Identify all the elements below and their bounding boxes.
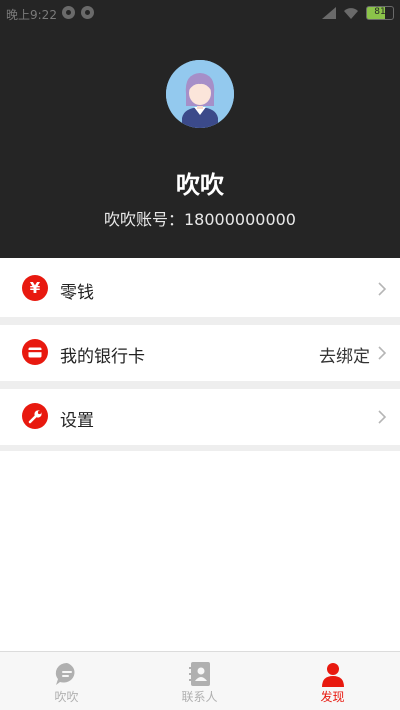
chevron-right-icon: [378, 410, 387, 424]
tab-label: 联系人: [181, 690, 218, 704]
status-bar: 晚上9:22 81: [0, 0, 400, 26]
notification-icon: [62, 6, 75, 19]
status-notification-icons: [62, 6, 94, 19]
tab-contacts[interactable]: 联系人: [133, 652, 266, 710]
person-icon: [322, 663, 344, 687]
menu-item-label: 我的银行卡: [60, 347, 145, 367]
tab-discover[interactable]: 发现: [266, 652, 400, 710]
tab-label: 发现: [320, 690, 345, 704]
menu-item-wallet[interactable]: ¥ 零钱: [0, 261, 400, 317]
chevron-right-icon: [378, 346, 387, 360]
profile-header: 晚上9:22 81 吹吹 吹吹账号：18000000000: [0, 0, 400, 258]
chevron-right-icon: [378, 282, 387, 296]
chat-icon: [55, 662, 75, 685]
profile-name: 吹吹: [176, 171, 224, 199]
tab-label: 吹吹: [54, 690, 79, 704]
wrench-icon: [22, 403, 48, 429]
menu-item-label: 设置: [60, 411, 94, 431]
account-number: 吹吹账号：18000000000: [104, 210, 296, 229]
menu-item-bank-card[interactable]: 我的银行卡 去绑定: [0, 325, 400, 381]
divider: [0, 445, 400, 451]
signal-icon: [322, 7, 336, 19]
bottom-tab-bar: 吹吹 联系人 发现: [0, 651, 400, 710]
avatar[interactable]: [166, 60, 234, 128]
battery-icon: 81: [366, 6, 394, 20]
status-right: 81: [322, 6, 394, 20]
contacts-icon: [189, 662, 210, 686]
notification-icon: [81, 6, 94, 19]
menu-item-label: 零钱: [60, 283, 94, 303]
status-time: 晚上9:22: [6, 8, 57, 22]
tab-chat[interactable]: 吹吹: [0, 652, 133, 710]
card-icon: [22, 339, 48, 365]
wifi-icon: [344, 8, 358, 19]
divider: [0, 317, 400, 325]
yen-icon: ¥: [22, 275, 48, 301]
bind-card-link[interactable]: 去绑定: [319, 342, 370, 367]
divider: [0, 381, 400, 389]
menu-item-settings[interactable]: 设置: [0, 389, 400, 445]
avatar-girl-icon: [166, 60, 234, 128]
